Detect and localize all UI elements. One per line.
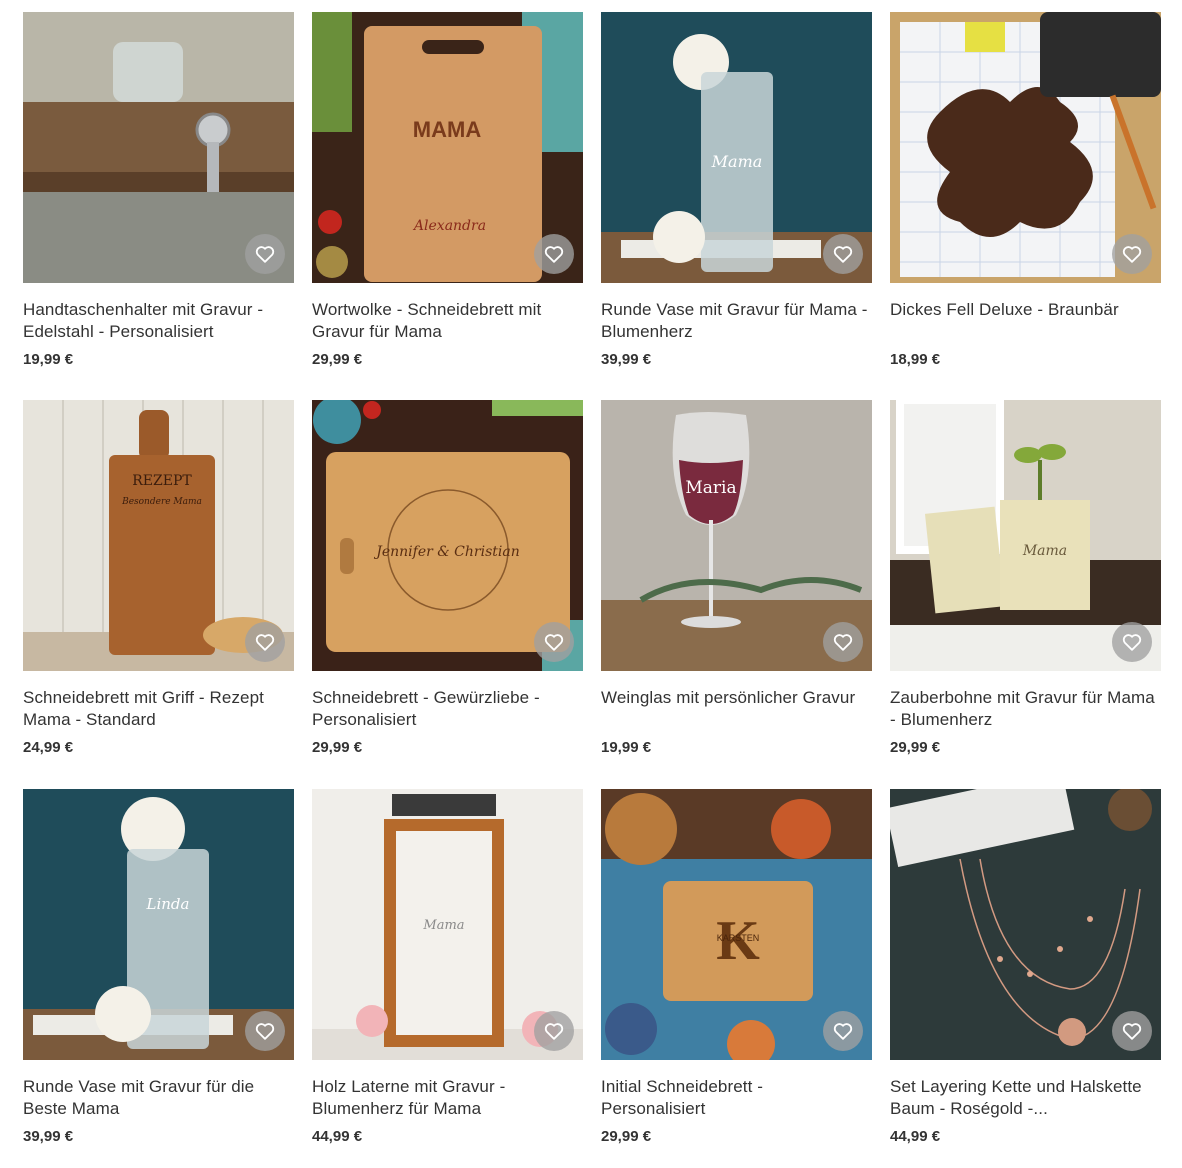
heart-icon <box>544 246 564 263</box>
favorite-button[interactable] <box>534 234 574 274</box>
product-image[interactable] <box>890 789 1161 1060</box>
favorite-button[interactable] <box>1112 234 1152 274</box>
product-title[interactable]: Wortwolke - Schneidebrett mit Gravur für… <box>312 299 583 343</box>
svg-text:Mama: Mama <box>422 918 464 933</box>
heart-icon <box>833 634 853 651</box>
product-price: 19,99 € <box>601 739 652 756</box>
product-title[interactable]: Handtaschenhalter mit Gravur - Edelstahl… <box>23 299 294 343</box>
favorite-button[interactable] <box>245 622 285 662</box>
product-image[interactable]: Mama <box>890 400 1161 671</box>
product-image[interactable]: REZEPT Besondere Mama <box>23 400 294 671</box>
product-card[interactable]: Linda Runde Vase mit Gravur für die Best… <box>23 789 294 1145</box>
product-price: 29,99 € <box>890 739 941 756</box>
svg-text:Mama: Mama <box>711 152 763 171</box>
product-image[interactable] <box>23 12 294 283</box>
product-title[interactable]: Schneidebrett - Gewürzliebe - Personalis… <box>312 687 583 731</box>
favorite-button[interactable] <box>823 234 863 274</box>
product-card[interactable]: Dickes Fell Deluxe - Braunbär 18,99 € <box>890 12 1161 368</box>
favorite-button[interactable] <box>1112 622 1152 662</box>
product-price: 44,99 € <box>312 1128 363 1145</box>
product-image[interactable]: Jennifer & Christian <box>312 400 583 671</box>
favorite-button[interactable] <box>823 622 863 662</box>
svg-text:Linda: Linda <box>146 895 190 913</box>
svg-text:KARSTEN: KARSTEN <box>717 933 760 943</box>
heart-icon <box>255 634 275 651</box>
favorite-button[interactable] <box>1112 1011 1152 1051</box>
product-title[interactable]: Runde Vase mit Gravur für Mama - Blumenh… <box>601 299 872 343</box>
product-price: 24,99 € <box>23 739 74 756</box>
product-card[interactable]: Mama Zauberbohne mit Gravur für Mama - B… <box>890 400 1161 756</box>
product-card[interactable]: Mama Holz Laterne mit Gravur - Blumenher… <box>312 789 583 1145</box>
svg-text:Besondere Mama: Besondere Mama <box>121 497 202 507</box>
product-title[interactable]: Runde Vase mit Gravur für die Beste Mama <box>23 1076 294 1120</box>
product-title[interactable]: Schneidebrett mit Griff - Rezept Mama - … <box>23 687 294 731</box>
product-title[interactable]: Holz Laterne mit Gravur - Blumenherz für… <box>312 1076 583 1120</box>
product-image[interactable]: Mama <box>601 12 872 283</box>
product-price: 29,99 € <box>312 351 363 368</box>
favorite-button[interactable] <box>534 1011 574 1051</box>
product-card[interactable]: Set Layering Kette und Halskette Baum - … <box>890 789 1161 1145</box>
svg-text:Alexandra: Alexandra <box>412 218 486 234</box>
favorite-button[interactable] <box>534 622 574 662</box>
product-image[interactable] <box>890 12 1161 283</box>
product-price: 18,99 € <box>890 351 941 368</box>
heart-icon <box>1122 1023 1142 1040</box>
svg-text:MAMA: MAMA <box>413 117 482 142</box>
product-card[interactable]: K KARSTEN Initial Schneidebrett - Person… <box>601 789 872 1145</box>
product-image[interactable]: Maria <box>601 400 872 671</box>
product-image[interactable]: Linda <box>23 789 294 1060</box>
product-title[interactable]: Dickes Fell Deluxe - Braunbär <box>890 299 1161 343</box>
product-grid: Handtaschenhalter mit Gravur - Edelstahl… <box>0 0 1182 1168</box>
product-card[interactable]: Maria Weinglas mit persönlicher Gravur 1… <box>601 400 872 756</box>
svg-text:REZEPT: REZEPT <box>132 473 192 489</box>
product-price: 39,99 € <box>601 351 652 368</box>
product-card[interactable]: Jennifer & Christian Schneidebrett - Gew… <box>312 400 583 756</box>
favorite-button[interactable] <box>245 234 285 274</box>
product-image[interactable]: Mama <box>312 789 583 1060</box>
product-image[interactable]: MAMA Alexandra <box>312 12 583 283</box>
product-card[interactable]: Mama Runde Vase mit Gravur für Mama - Bl… <box>601 12 872 368</box>
product-title[interactable]: Zauberbohne mit Gravur für Mama - Blumen… <box>890 687 1161 731</box>
heart-icon <box>255 1023 275 1040</box>
product-title[interactable]: Set Layering Kette und Halskette Baum - … <box>890 1076 1161 1120</box>
product-card[interactable]: MAMA Alexandra Wortwolke - Schneidebrett… <box>312 12 583 368</box>
product-title[interactable]: Initial Schneidebrett - Personalisiert <box>601 1076 872 1120</box>
favorite-button[interactable] <box>245 1011 285 1051</box>
product-price: 29,99 € <box>601 1128 652 1145</box>
product-price: 29,99 € <box>312 739 363 756</box>
product-title[interactable]: Weinglas mit persönlicher Gravur <box>601 687 872 731</box>
heart-icon <box>1122 634 1142 651</box>
product-price: 19,99 € <box>23 351 74 368</box>
svg-text:Mama: Mama <box>1022 543 1067 559</box>
svg-text:Maria: Maria <box>685 478 736 498</box>
heart-icon <box>833 1023 853 1040</box>
product-price: 44,99 € <box>890 1128 941 1145</box>
svg-text:Jennifer & Christian: Jennifer & Christian <box>373 544 519 560</box>
product-card[interactable]: REZEPT Besondere Mama Schneidebrett mit … <box>23 400 294 756</box>
heart-icon <box>255 246 275 263</box>
product-card[interactable]: Handtaschenhalter mit Gravur - Edelstahl… <box>23 12 294 368</box>
heart-icon <box>544 634 564 651</box>
heart-icon <box>544 1023 564 1040</box>
heart-icon <box>833 246 853 263</box>
favorite-button[interactable] <box>823 1011 863 1051</box>
heart-icon <box>1122 246 1142 263</box>
product-price: 39,99 € <box>23 1128 74 1145</box>
product-image[interactable]: K KARSTEN <box>601 789 872 1060</box>
